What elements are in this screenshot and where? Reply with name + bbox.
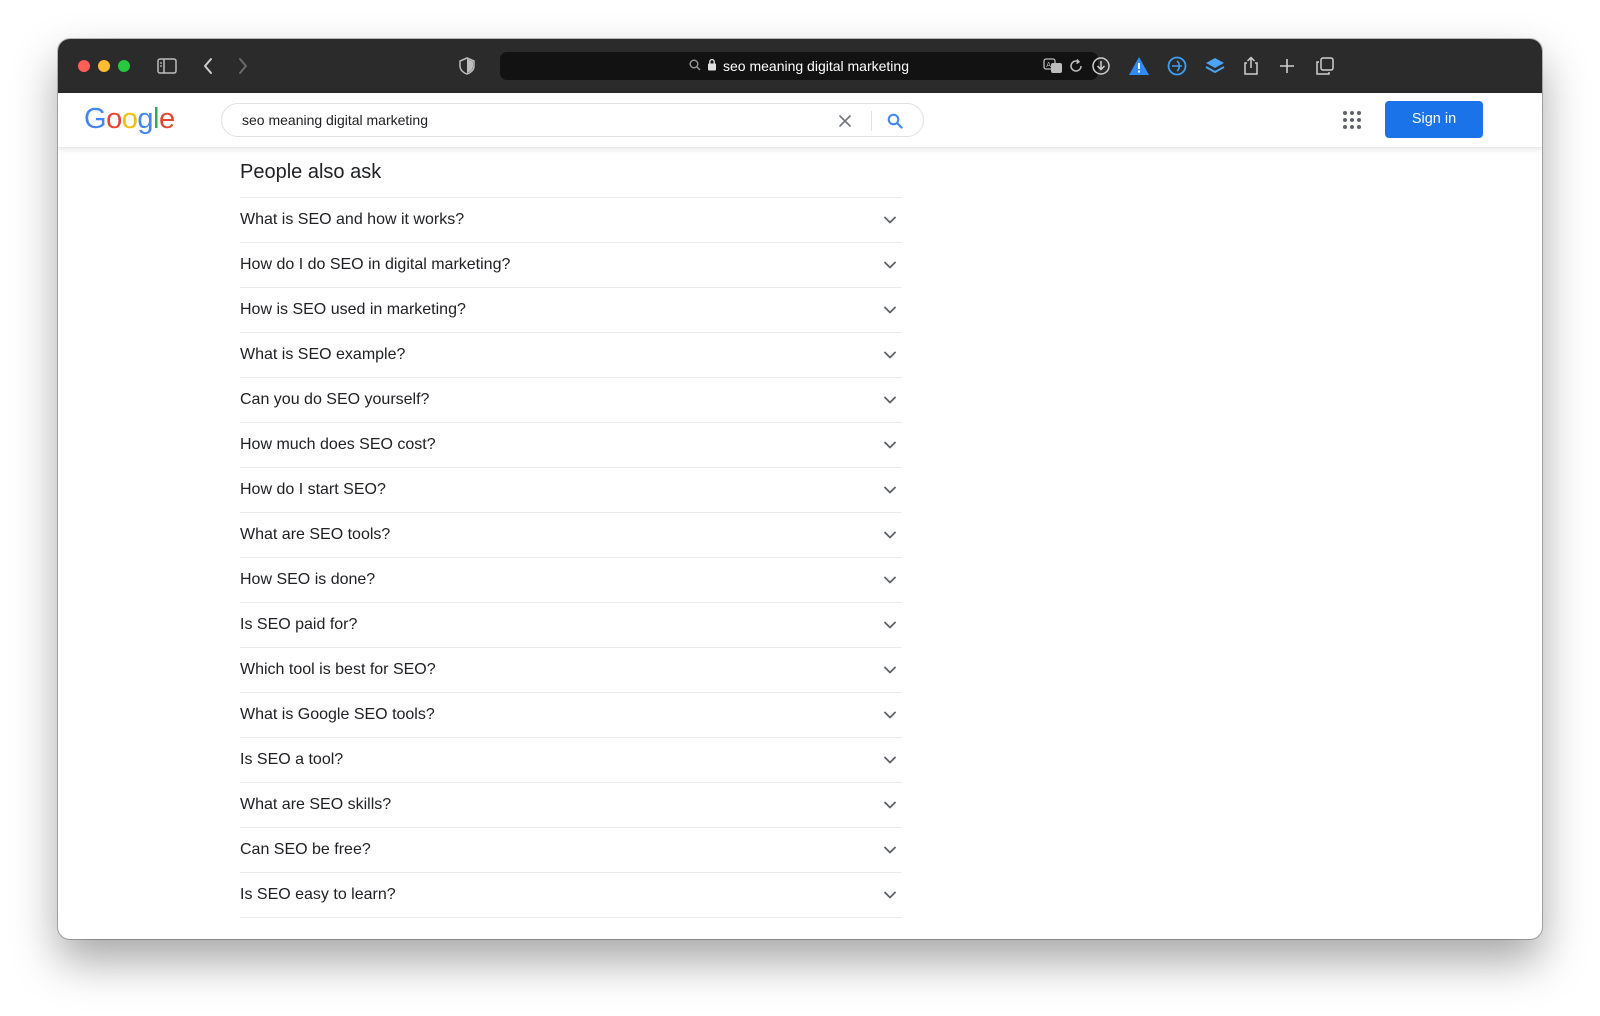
paa-question-row[interactable]: What are SEO skills? [240, 782, 902, 827]
search-input[interactable]: seo meaning digital marketing [242, 104, 428, 136]
back-icon[interactable] [195, 53, 221, 79]
paa-question-row[interactable]: What are SEO tools? [240, 512, 902, 557]
address-bar[interactable]: seo meaning digital marketing A [500, 52, 1098, 80]
search-box[interactable]: seo meaning digital marketing [221, 103, 924, 137]
chevron-down-icon[interactable] [882, 572, 898, 588]
clear-icon[interactable] [835, 111, 855, 131]
paa-question-text: What are SEO skills? [240, 796, 392, 813]
search-icon [689, 52, 701, 80]
svg-text:A: A [1046, 62, 1051, 69]
paa-question-row[interactable]: Can SEO be free? [240, 827, 902, 872]
paa-question-text: Can SEO be free? [240, 841, 371, 858]
minimize-window-button[interactable] [98, 60, 110, 72]
warning-icon[interactable] [1126, 53, 1152, 79]
chevron-down-icon[interactable] [882, 617, 898, 633]
sidebar-icon[interactable] [154, 53, 180, 79]
paa-question-text: What is SEO example? [240, 346, 406, 363]
paa-question-text: Which tool is best for SEO? [240, 661, 436, 678]
paa-question-row[interactable]: What is SEO and how it works? [240, 197, 902, 242]
paa-question-text: What are SEO tools? [240, 526, 391, 543]
lock-icon [707, 52, 717, 80]
shield-icon[interactable] [454, 53, 480, 79]
google-logo[interactable]: Google [84, 103, 175, 136]
paa-question-row[interactable]: Is SEO a tool? [240, 737, 902, 782]
paa-question-row[interactable]: Is SEO paid for? [240, 602, 902, 647]
chevron-down-icon[interactable] [882, 707, 898, 723]
tabs-overview-icon[interactable] [1312, 53, 1338, 79]
paa-question-text: What is Google SEO tools? [240, 706, 435, 723]
share-icon[interactable] [1238, 53, 1264, 79]
chevron-down-icon[interactable] [882, 347, 898, 363]
chevron-down-icon[interactable] [882, 302, 898, 318]
chevron-down-icon[interactable] [882, 527, 898, 543]
chevron-down-icon[interactable] [882, 482, 898, 498]
browser-toolbar: seo meaning digital marketing A [58, 39, 1542, 93]
browser-window: seo meaning digital marketing A Google s… [58, 39, 1542, 939]
paa-question-row[interactable]: How SEO is done? [240, 557, 902, 602]
paa-question-text: Is SEO easy to learn? [240, 886, 396, 903]
chevron-down-icon[interactable] [882, 257, 898, 273]
paa-question-text: How do I do SEO in digital marketing? [240, 256, 511, 273]
new-tab-icon[interactable] [1274, 53, 1300, 79]
paa-question-text: How much does SEO cost? [240, 436, 436, 453]
paa-question-text: Is SEO paid for? [240, 616, 358, 633]
chevron-down-icon[interactable] [882, 437, 898, 453]
chevron-down-icon[interactable] [882, 842, 898, 858]
chevron-down-icon[interactable] [882, 392, 898, 408]
paa-question-row[interactable]: Can you do SEO yourself? [240, 377, 902, 422]
people-also-ask-list: What is SEO and how it works? How do I do… [240, 197, 902, 918]
layers-icon[interactable] [1202, 53, 1228, 79]
paa-question-row[interactable]: Is SEO easy to learn? [240, 872, 902, 918]
sign-in-button[interactable]: Sign in [1385, 101, 1483, 138]
paa-question-row[interactable]: How much does SEO cost? [240, 422, 902, 467]
translate-icon[interactable]: A [1043, 57, 1063, 80]
close-window-button[interactable] [78, 60, 90, 72]
chevron-down-icon[interactable] [882, 662, 898, 678]
paa-question-text: How SEO is done? [240, 571, 376, 588]
extension-icon[interactable] [1164, 53, 1190, 79]
chevron-down-icon[interactable] [882, 212, 898, 228]
maximize-window-button[interactable] [118, 60, 130, 72]
people-also-ask-heading: People also ask [240, 161, 382, 183]
chevron-down-icon[interactable] [882, 887, 898, 903]
paa-question-text: Can you do SEO yourself? [240, 391, 430, 408]
reload-icon[interactable] [1068, 58, 1084, 79]
download-icon[interactable] [1088, 53, 1114, 79]
paa-question-row[interactable]: How do I do SEO in digital marketing? [240, 242, 902, 287]
paa-question-text: How do I start SEO? [240, 481, 386, 498]
google-search-icon[interactable] [884, 110, 906, 132]
apps-grid-icon[interactable] [1340, 108, 1364, 132]
url-text: seo meaning digital marketing [723, 58, 909, 74]
search-divider [871, 111, 872, 131]
paa-question-text: How is SEO used in marketing? [240, 301, 466, 318]
paa-question-row[interactable]: What is SEO example? [240, 332, 902, 377]
paa-question-row[interactable]: Which tool is best for SEO? [240, 647, 902, 692]
paa-question-row[interactable]: What is Google SEO tools? [240, 692, 902, 737]
google-header: Google seo meaning digital marketing Sig… [58, 93, 1542, 148]
paa-question-row[interactable]: How do I start SEO? [240, 467, 902, 512]
paa-question-row[interactable]: How is SEO used in marketing? [240, 287, 902, 332]
paa-question-text: Is SEO a tool? [240, 751, 344, 768]
chevron-down-icon[interactable] [882, 797, 898, 813]
chevron-down-icon[interactable] [882, 752, 898, 768]
paa-question-text: What is SEO and how it works? [240, 211, 465, 228]
forward-icon[interactable] [230, 53, 256, 79]
